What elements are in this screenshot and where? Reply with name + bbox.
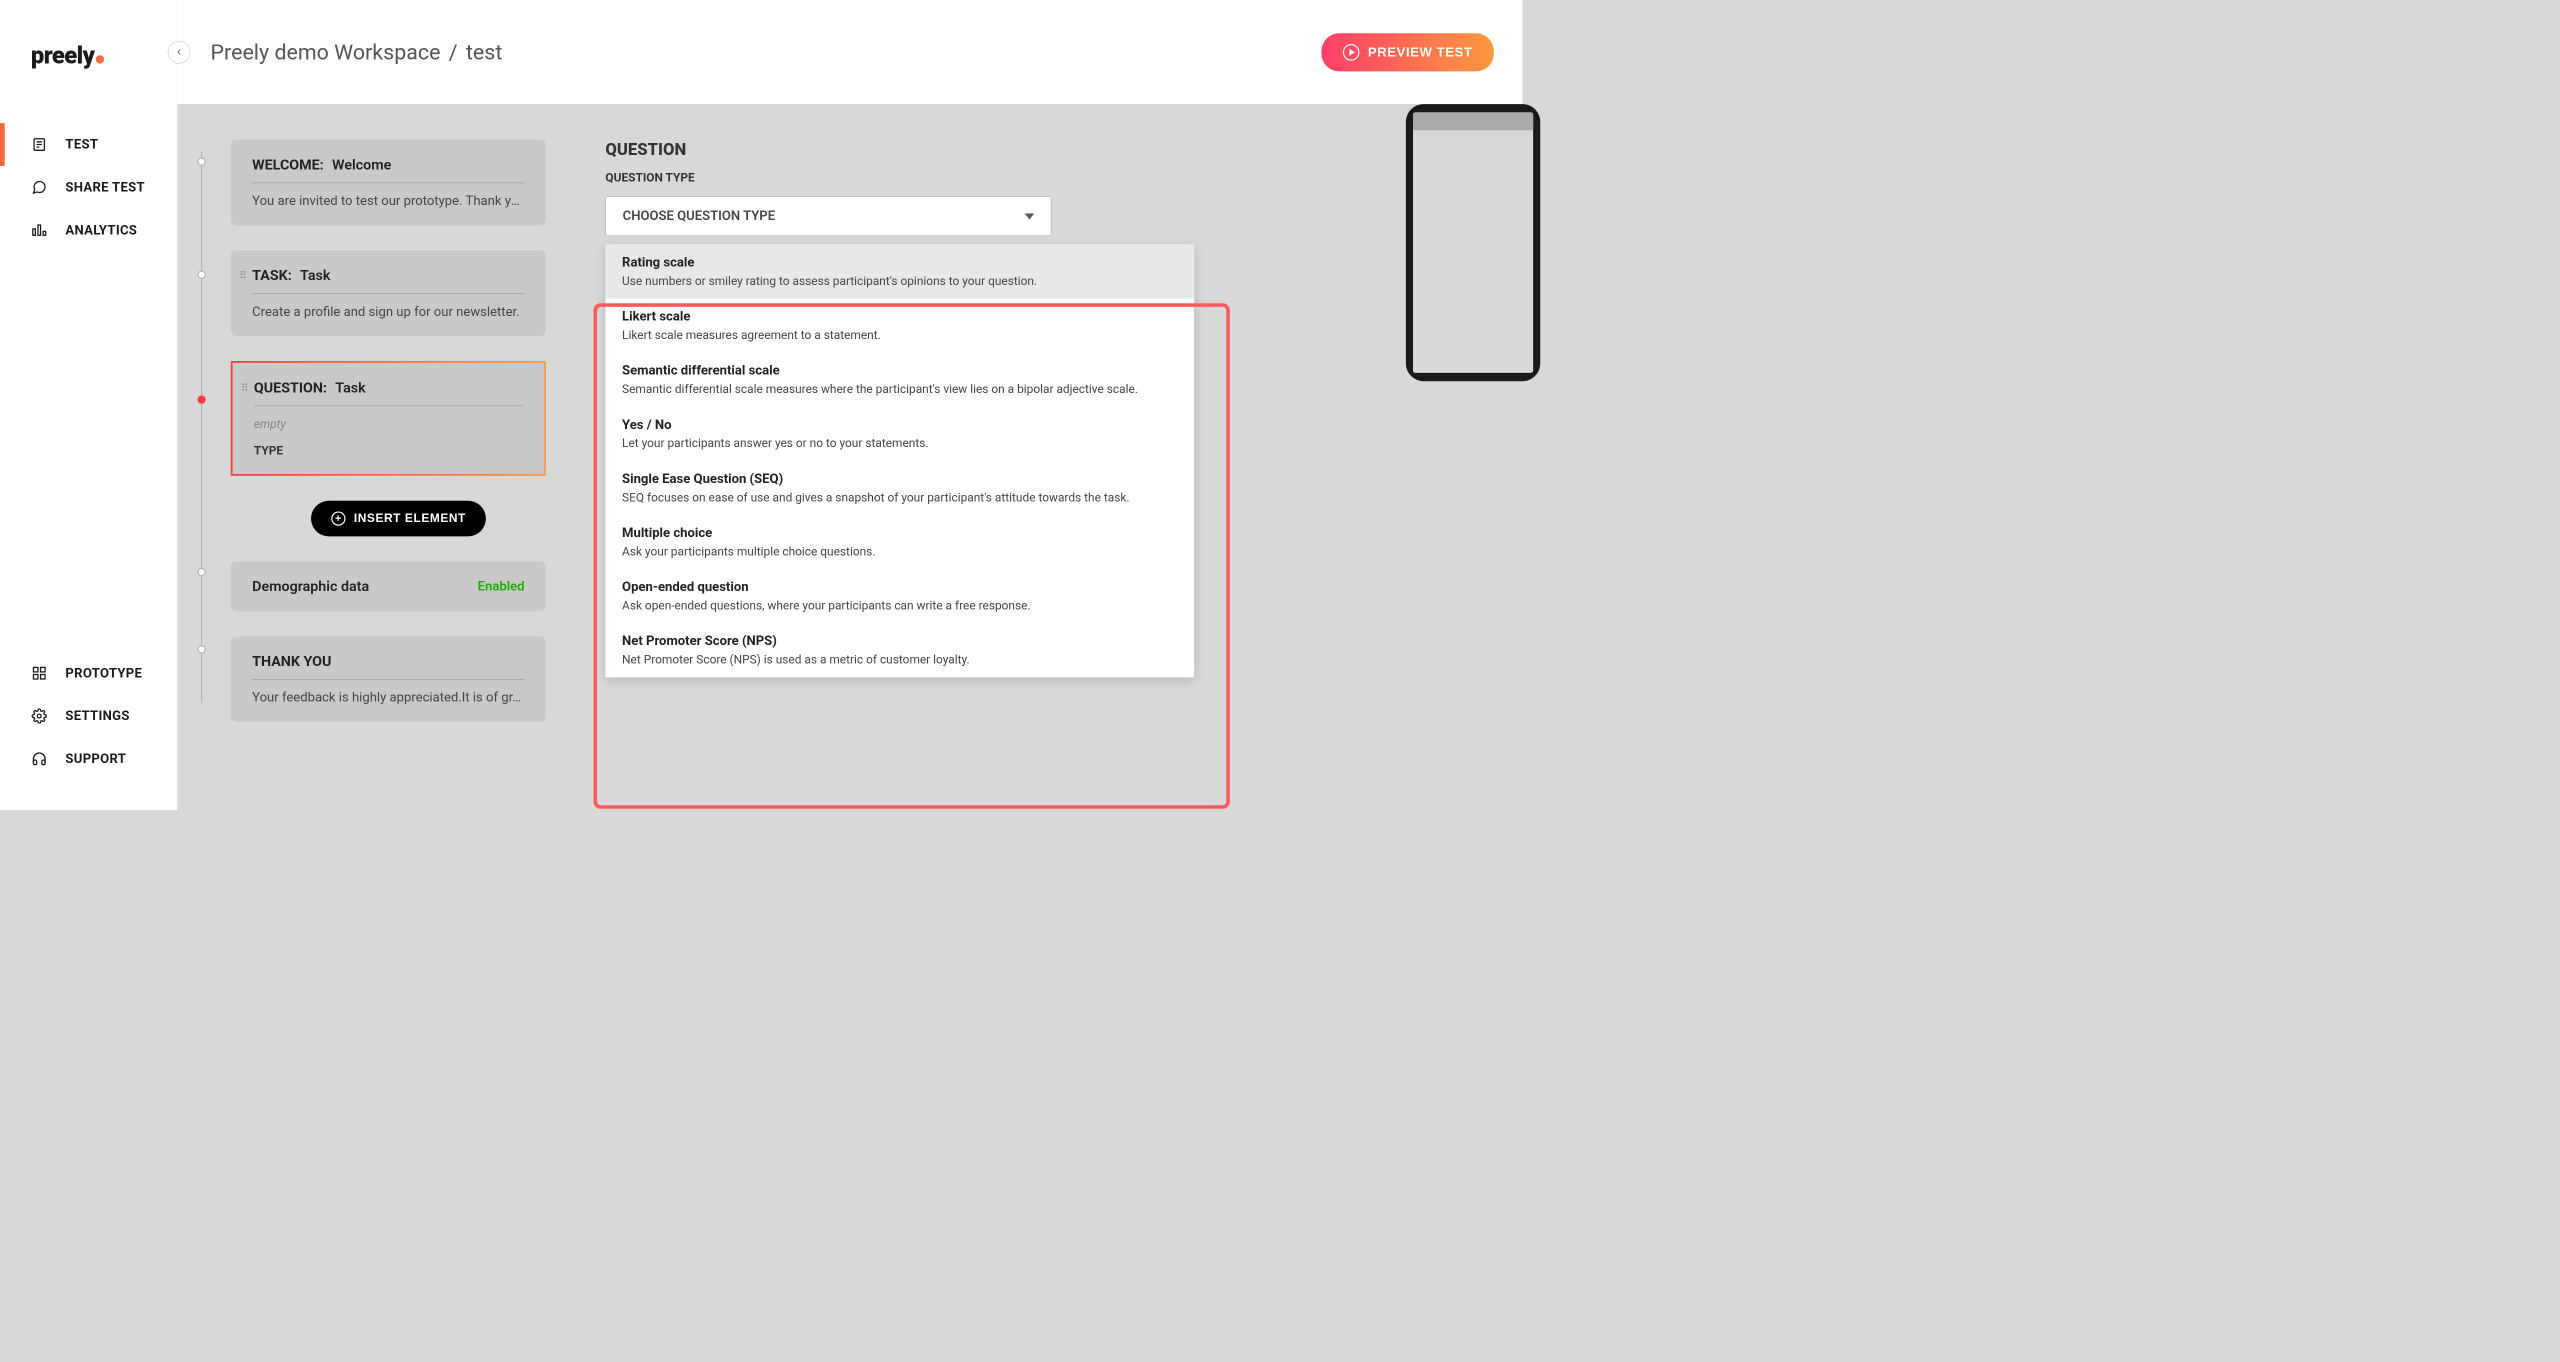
- option-seq[interactable]: Single Ease Question (SEQ) SEQ focuses o…: [605, 461, 1194, 515]
- logo-text: preely: [31, 42, 94, 70]
- chat-icon: [31, 179, 48, 196]
- option-semantic-differential[interactable]: Semantic differential scale Semantic dif…: [605, 353, 1194, 407]
- editor-heading: QUESTION: [605, 140, 1463, 160]
- question-type-select[interactable]: CHOOSE QUESTION TYPE: [605, 196, 1051, 236]
- question-type-dropdown: Rating scale Use numbers or smiley ratin…: [605, 244, 1194, 677]
- option-desc: Ask open-ended questions, where your par…: [622, 598, 1177, 612]
- option-title: Multiple choice: [622, 526, 1177, 541]
- nav-label: SHARE TEST: [65, 180, 144, 195]
- prototype-icon: [31, 665, 48, 682]
- nav-label: TEST: [65, 137, 98, 152]
- option-desc: SEQ focuses on ease of use and gives a s…: [622, 490, 1177, 504]
- nav-bottom: PROTOTYPE SETTINGS SUPPORT: [0, 652, 177, 810]
- left-sidebar: preely TEST SHARE TEST ANALYTICS: [0, 0, 177, 810]
- option-title: Rating scale: [622, 255, 1177, 270]
- demographic-label: Demographic data: [252, 578, 369, 595]
- option-likert[interactable]: Likert scale Likert scale measures agree…: [605, 299, 1194, 353]
- option-yes-no[interactable]: Yes / No Let your participants answer ye…: [605, 407, 1194, 461]
- insert-element-button[interactable]: + INSERT ELEMENT: [311, 501, 486, 537]
- step-question[interactable]: ⠿ QUESTION: Task empty TYPE: [231, 361, 546, 476]
- preview-test-button[interactable]: PREVIEW TEST: [1322, 33, 1494, 71]
- top-bar: ‹ Preely demo Workspace / test PREVIEW T…: [177, 0, 1522, 104]
- drag-handle-icon[interactable]: ⠿: [239, 269, 245, 281]
- status-badge: Enabled: [478, 579, 525, 594]
- nav-item-analytics[interactable]: ANALYTICS: [0, 209, 177, 252]
- breadcrumb: Preely demo Workspace / test: [211, 40, 503, 65]
- step-desc: Create a profile and sign up for our new…: [252, 294, 524, 320]
- question-editor: QUESTION QUESTION TYPE CHOOSE QUESTION T…: [594, 104, 1523, 810]
- back-button[interactable]: ‹: [168, 41, 191, 64]
- breadcrumb-workspace[interactable]: Preely demo Workspace: [211, 40, 441, 65]
- step-type-label: TYPE: [254, 443, 523, 457]
- option-title: Yes / No: [622, 417, 1177, 432]
- preview-btn-label: PREVIEW TEST: [1368, 44, 1473, 59]
- option-title: Open-ended question: [622, 580, 1177, 595]
- option-multiple-choice[interactable]: Multiple choice Ask your participants mu…: [605, 515, 1194, 569]
- breadcrumb-current: test: [466, 40, 502, 65]
- step-desc: Your feedback is highly appreciated.It i…: [252, 680, 524, 706]
- option-rating-scale[interactable]: Rating scale Use numbers or smiley ratin…: [605, 244, 1194, 298]
- timeline-dot-active: [197, 395, 205, 403]
- timeline-dot: [197, 645, 205, 653]
- nav-label: PROTOTYPE: [65, 666, 142, 681]
- nav-main: TEST SHARE TEST ANALYTICS: [0, 99, 177, 651]
- logo-dot-icon: [96, 55, 104, 63]
- step-label: WELCOME:: [252, 156, 324, 173]
- step-name: Welcome: [332, 156, 391, 173]
- headphones-icon: [31, 751, 48, 768]
- option-nps[interactable]: Net Promoter Score (NPS) Net Promoter Sc…: [605, 623, 1194, 677]
- timeline-dot: [197, 271, 205, 279]
- step-list: WELCOME: Welcome You are invited to test…: [177, 104, 593, 810]
- option-title: Semantic differential scale: [622, 363, 1177, 378]
- phone-status-bar: [1413, 112, 1533, 130]
- analytics-icon: [31, 222, 48, 239]
- step-desc: You are invited to test our prototype. T…: [252, 183, 524, 209]
- plus-icon: +: [331, 511, 345, 525]
- drag-handle-icon[interactable]: ⠿: [241, 382, 247, 394]
- nav-item-share[interactable]: SHARE TEST: [0, 166, 177, 209]
- timeline: [201, 152, 202, 703]
- option-title: Single Ease Question (SEQ): [622, 472, 1177, 487]
- step-label: QUESTION:: [254, 379, 327, 396]
- breadcrumb-sep: /: [449, 40, 458, 65]
- nav-item-settings[interactable]: SETTINGS: [0, 695, 177, 738]
- timeline-dot: [197, 568, 205, 576]
- step-name: Task: [335, 379, 365, 396]
- step-task[interactable]: ⠿ TASK: Task Create a profile and sign u…: [231, 250, 546, 336]
- nav-item-test[interactable]: TEST: [0, 123, 177, 166]
- gear-icon: [31, 708, 48, 725]
- timeline-dot: [197, 158, 205, 166]
- select-placeholder: CHOOSE QUESTION TYPE: [623, 209, 775, 224]
- step-label: THANK YOU: [252, 653, 331, 670]
- logo[interactable]: preely: [0, 0, 177, 99]
- nav-label: SETTINGS: [65, 709, 129, 724]
- option-title: Likert scale: [622, 309, 1177, 324]
- phone-screen: [1413, 112, 1533, 372]
- editor-subheading: QUESTION TYPE: [605, 170, 1463, 184]
- nav-label: SUPPORT: [65, 751, 126, 766]
- step-label: TASK:: [252, 267, 292, 284]
- test-icon: [31, 136, 48, 153]
- option-desc: Use numbers or smiley rating to assess p…: [622, 274, 1177, 288]
- step-demographic[interactable]: Demographic data Enabled: [231, 561, 546, 611]
- option-desc: Semantic differential scale measures whe…: [622, 382, 1177, 396]
- chevron-left-icon: ‹: [177, 45, 181, 59]
- step-name: Task: [300, 267, 330, 284]
- play-icon: [1343, 44, 1360, 61]
- step-thankyou[interactable]: THANK YOU Your feedback is highly apprec…: [231, 636, 546, 722]
- step-empty-text: empty: [254, 406, 523, 431]
- option-desc: Net Promoter Score (NPS) is used as a me…: [622, 652, 1177, 666]
- nav-label: ANALYTICS: [65, 223, 137, 238]
- option-desc: Likert scale measures agreement to a sta…: [622, 328, 1177, 342]
- phone-preview: [1406, 104, 1540, 381]
- step-welcome[interactable]: WELCOME: Welcome You are invited to test…: [231, 140, 546, 226]
- option-desc: Ask your participants multiple choice qu…: [622, 544, 1177, 558]
- insert-btn-label: INSERT ELEMENT: [354, 512, 466, 526]
- option-title: Net Promoter Score (NPS): [622, 634, 1177, 649]
- option-desc: Let your participants answer yes or no t…: [622, 436, 1177, 450]
- option-open-ended[interactable]: Open-ended question Ask open-ended quest…: [605, 569, 1194, 623]
- chevron-down-icon: [1025, 213, 1035, 219]
- nav-item-support[interactable]: SUPPORT: [0, 737, 177, 780]
- nav-item-prototype[interactable]: PROTOTYPE: [0, 652, 177, 695]
